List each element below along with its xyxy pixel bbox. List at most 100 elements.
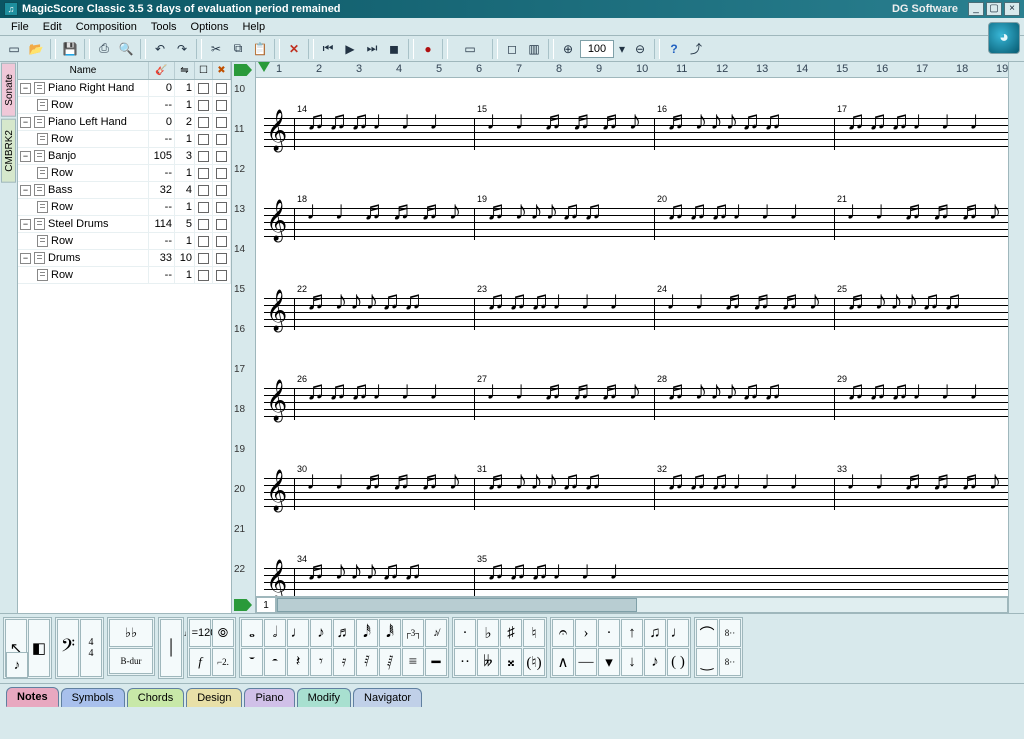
track-checkbox[interactable] <box>216 236 227 247</box>
note-half[interactable]: 𝅗𝅥 <box>264 619 286 647</box>
track-row[interactable]: −Drums3310 <box>18 250 231 267</box>
measure-notes[interactable]: ♫ ♫ ♫ ♩ ♩ ♩ <box>306 378 472 404</box>
track-checkbox[interactable] <box>216 219 227 230</box>
instrument-icon[interactable]: 🎸 <box>149 62 175 79</box>
track-checkbox[interactable] <box>198 83 209 94</box>
measure-notes[interactable]: ♩ ♩ ♬ ♬ ♬ ♪ <box>306 198 472 224</box>
track-checkbox[interactable] <box>216 83 227 94</box>
record-button[interactable]: ● <box>418 39 438 59</box>
measure-notes[interactable]: ♫ ♫ ♫ ♩ ♩ ♩ <box>666 468 832 494</box>
note-quarter[interactable]: ♩ <box>287 619 309 647</box>
track-checkbox[interactable] <box>216 185 227 196</box>
courtesy-natural-button[interactable]: (♮) <box>523 648 545 676</box>
octave-up-button[interactable]: 8·· <box>719 619 741 647</box>
rewind-button[interactable]: ⏮ <box>318 39 338 59</box>
measure-notes[interactable]: ♩ ♩ ♬ ♬ ♬ ♪ <box>666 288 832 314</box>
measure-notes[interactable]: ♬ ♪ ♪ ♪ ♫ ♫ <box>306 288 472 314</box>
repeat-button[interactable]: ⦾ <box>212 619 234 647</box>
accent-button[interactable]: › <box>575 619 597 647</box>
note-16th[interactable]: ♬ <box>333 619 355 647</box>
measure-notes[interactable]: ♩ ♩ ♬ ♬ ♬ ♪ <box>846 198 1008 224</box>
tenuto-button[interactable]: — <box>575 648 597 676</box>
expand-icon[interactable]: − <box>20 117 31 128</box>
track-checkbox[interactable] <box>216 202 227 213</box>
measure-notes[interactable]: ♫ ♫ ♫ ♩ ♩ ♩ <box>486 558 652 584</box>
track-row[interactable]: −Bass324 <box>18 182 231 199</box>
maximize-button[interactable]: ▢ <box>986 2 1002 16</box>
view-1-button[interactable]: ▭ <box>452 39 488 59</box>
track-checkbox[interactable] <box>216 253 227 264</box>
undo-button[interactable]: ↶ <box>150 39 170 59</box>
delete-button[interactable]: ✕ <box>284 39 304 59</box>
minimize-button[interactable]: _ <box>968 2 984 16</box>
exit-button[interactable]: ⤴ <box>686 39 706 59</box>
pan-icon[interactable]: ⇋ <box>175 62 195 79</box>
measure-notes[interactable]: ♩ ♩ ♬ ♬ ♬ ♪ <box>486 378 652 404</box>
view-2-button[interactable]: ◻ <box>502 39 522 59</box>
tempo-button[interactable]: ♩=120 <box>189 619 211 647</box>
menu-help[interactable]: Help <box>235 19 272 35</box>
measure-notes[interactable]: ♩ ♩ ♬ ♬ ♬ ♪ <box>306 468 472 494</box>
staccatissimo-button[interactable]: ▾ <box>598 648 620 676</box>
dot-button[interactable]: · <box>454 619 476 647</box>
rest-whole[interactable]: 𝄻 <box>241 648 263 676</box>
rest-8th[interactable]: 𝄾 <box>310 648 332 676</box>
barline-button[interactable]: │ <box>160 619 182 677</box>
logo-button[interactable]: ◕ <box>988 22 1020 54</box>
track-checkbox[interactable] <box>198 236 209 247</box>
rest-32nd[interactable]: 𝅀 <box>356 648 378 676</box>
expand-icon[interactable]: − <box>20 253 31 264</box>
measure-notes[interactable]: ♫ ♫ ♫ ♩ ♩ ♩ <box>666 198 832 224</box>
track-row[interactable]: Row--1 <box>18 97 231 114</box>
track-row[interactable]: −Banjo1053 <box>18 148 231 165</box>
measure-notes[interactable]: ♬ ♪ ♪ ♪ ♫ ♫ <box>666 378 832 404</box>
measure-notes[interactable]: ♫ ♫ ♫ ♩ ♩ ♩ <box>486 288 652 314</box>
measure-notes[interactable]: ♬ ♪ ♪ ♪ ♫ ♫ <box>486 198 652 224</box>
menu-options[interactable]: Options <box>184 19 236 35</box>
track-checkbox[interactable] <box>198 185 209 196</box>
measure-notes[interactable]: ♬ ♪ ♪ ♪ ♫ ♫ <box>846 288 1008 314</box>
palette-tab-modify[interactable]: Modify <box>297 688 351 707</box>
track-checkbox[interactable] <box>198 100 209 111</box>
zoom-out-button[interactable]: ⊖ <box>630 39 650 59</box>
stem-up-button[interactable]: ↑ <box>621 619 643 647</box>
note-input-toggle[interactable]: ♪ <box>6 652 28 678</box>
slur-button[interactable]: ⌒ <box>696 619 718 647</box>
track-checkbox[interactable] <box>198 134 209 145</box>
track-row[interactable]: −Steel Drums1145 <box>18 216 231 233</box>
time-ruler[interactable]: 12345678910111213141516171819 <box>256 62 1008 78</box>
track-checkbox[interactable] <box>198 253 209 264</box>
sharp-button[interactable]: ♯ <box>500 619 522 647</box>
eraser-tool[interactable]: ◧ <box>28 619 50 677</box>
expand-icon[interactable]: − <box>20 185 31 196</box>
measure-notes[interactable]: ♫ ♫ ♫ ♩ ♩ ♩ <box>306 108 472 134</box>
clef-bass-button[interactable]: 𝄢 <box>57 619 79 677</box>
double-flat-button[interactable]: 𝄫 <box>477 648 499 676</box>
horizontal-scrollbar[interactable] <box>276 597 1008 613</box>
staccato-button[interactable]: · <box>598 619 620 647</box>
expand-icon[interactable]: − <box>20 151 31 162</box>
zoom-input[interactable]: 100 <box>580 40 614 58</box>
copy-button[interactable]: ⧉ <box>228 39 248 59</box>
tremolo-button[interactable]: ≡ <box>402 648 424 676</box>
help-button[interactable]: ? <box>664 39 684 59</box>
vtab-cmbrk2[interactable]: CMBRK2 <box>1 119 16 183</box>
track-row[interactable]: Row--1 <box>18 165 231 182</box>
play-button[interactable]: ▶ <box>340 39 360 59</box>
palette-tab-symbols[interactable]: Symbols <box>61 688 125 707</box>
track-checkbox[interactable] <box>216 100 227 111</box>
score-canvas[interactable]: 𝄞14♫ ♫ ♫ ♩ ♩ ♩ 15♩ ♩ ♬ ♬ ♬ ♪ 16♬ ♪ ♪ ♪ ♫… <box>256 78 1008 596</box>
zoom-in-button[interactable]: ⊕ <box>558 39 578 59</box>
timesig-button[interactable]: 44 <box>80 619 102 677</box>
multirest-button[interactable]: ━ <box>425 648 447 676</box>
palette-tab-design[interactable]: Design <box>186 688 242 707</box>
note-64th[interactable]: 𝅘𝅥𝅱 <box>379 619 401 647</box>
bracket-button[interactable]: ( ) <box>667 648 689 676</box>
double-sharp-button[interactable]: 𝄪 <box>500 648 522 676</box>
col-name[interactable]: Name <box>18 62 149 79</box>
note-32nd[interactable]: 𝅘𝅥𝅰 <box>356 619 378 647</box>
fermata-button[interactable]: 𝄐 <box>552 619 574 647</box>
menu-edit[interactable]: Edit <box>36 19 69 35</box>
expand-icon[interactable]: − <box>20 219 31 230</box>
track-row[interactable]: Row--1 <box>18 267 231 284</box>
